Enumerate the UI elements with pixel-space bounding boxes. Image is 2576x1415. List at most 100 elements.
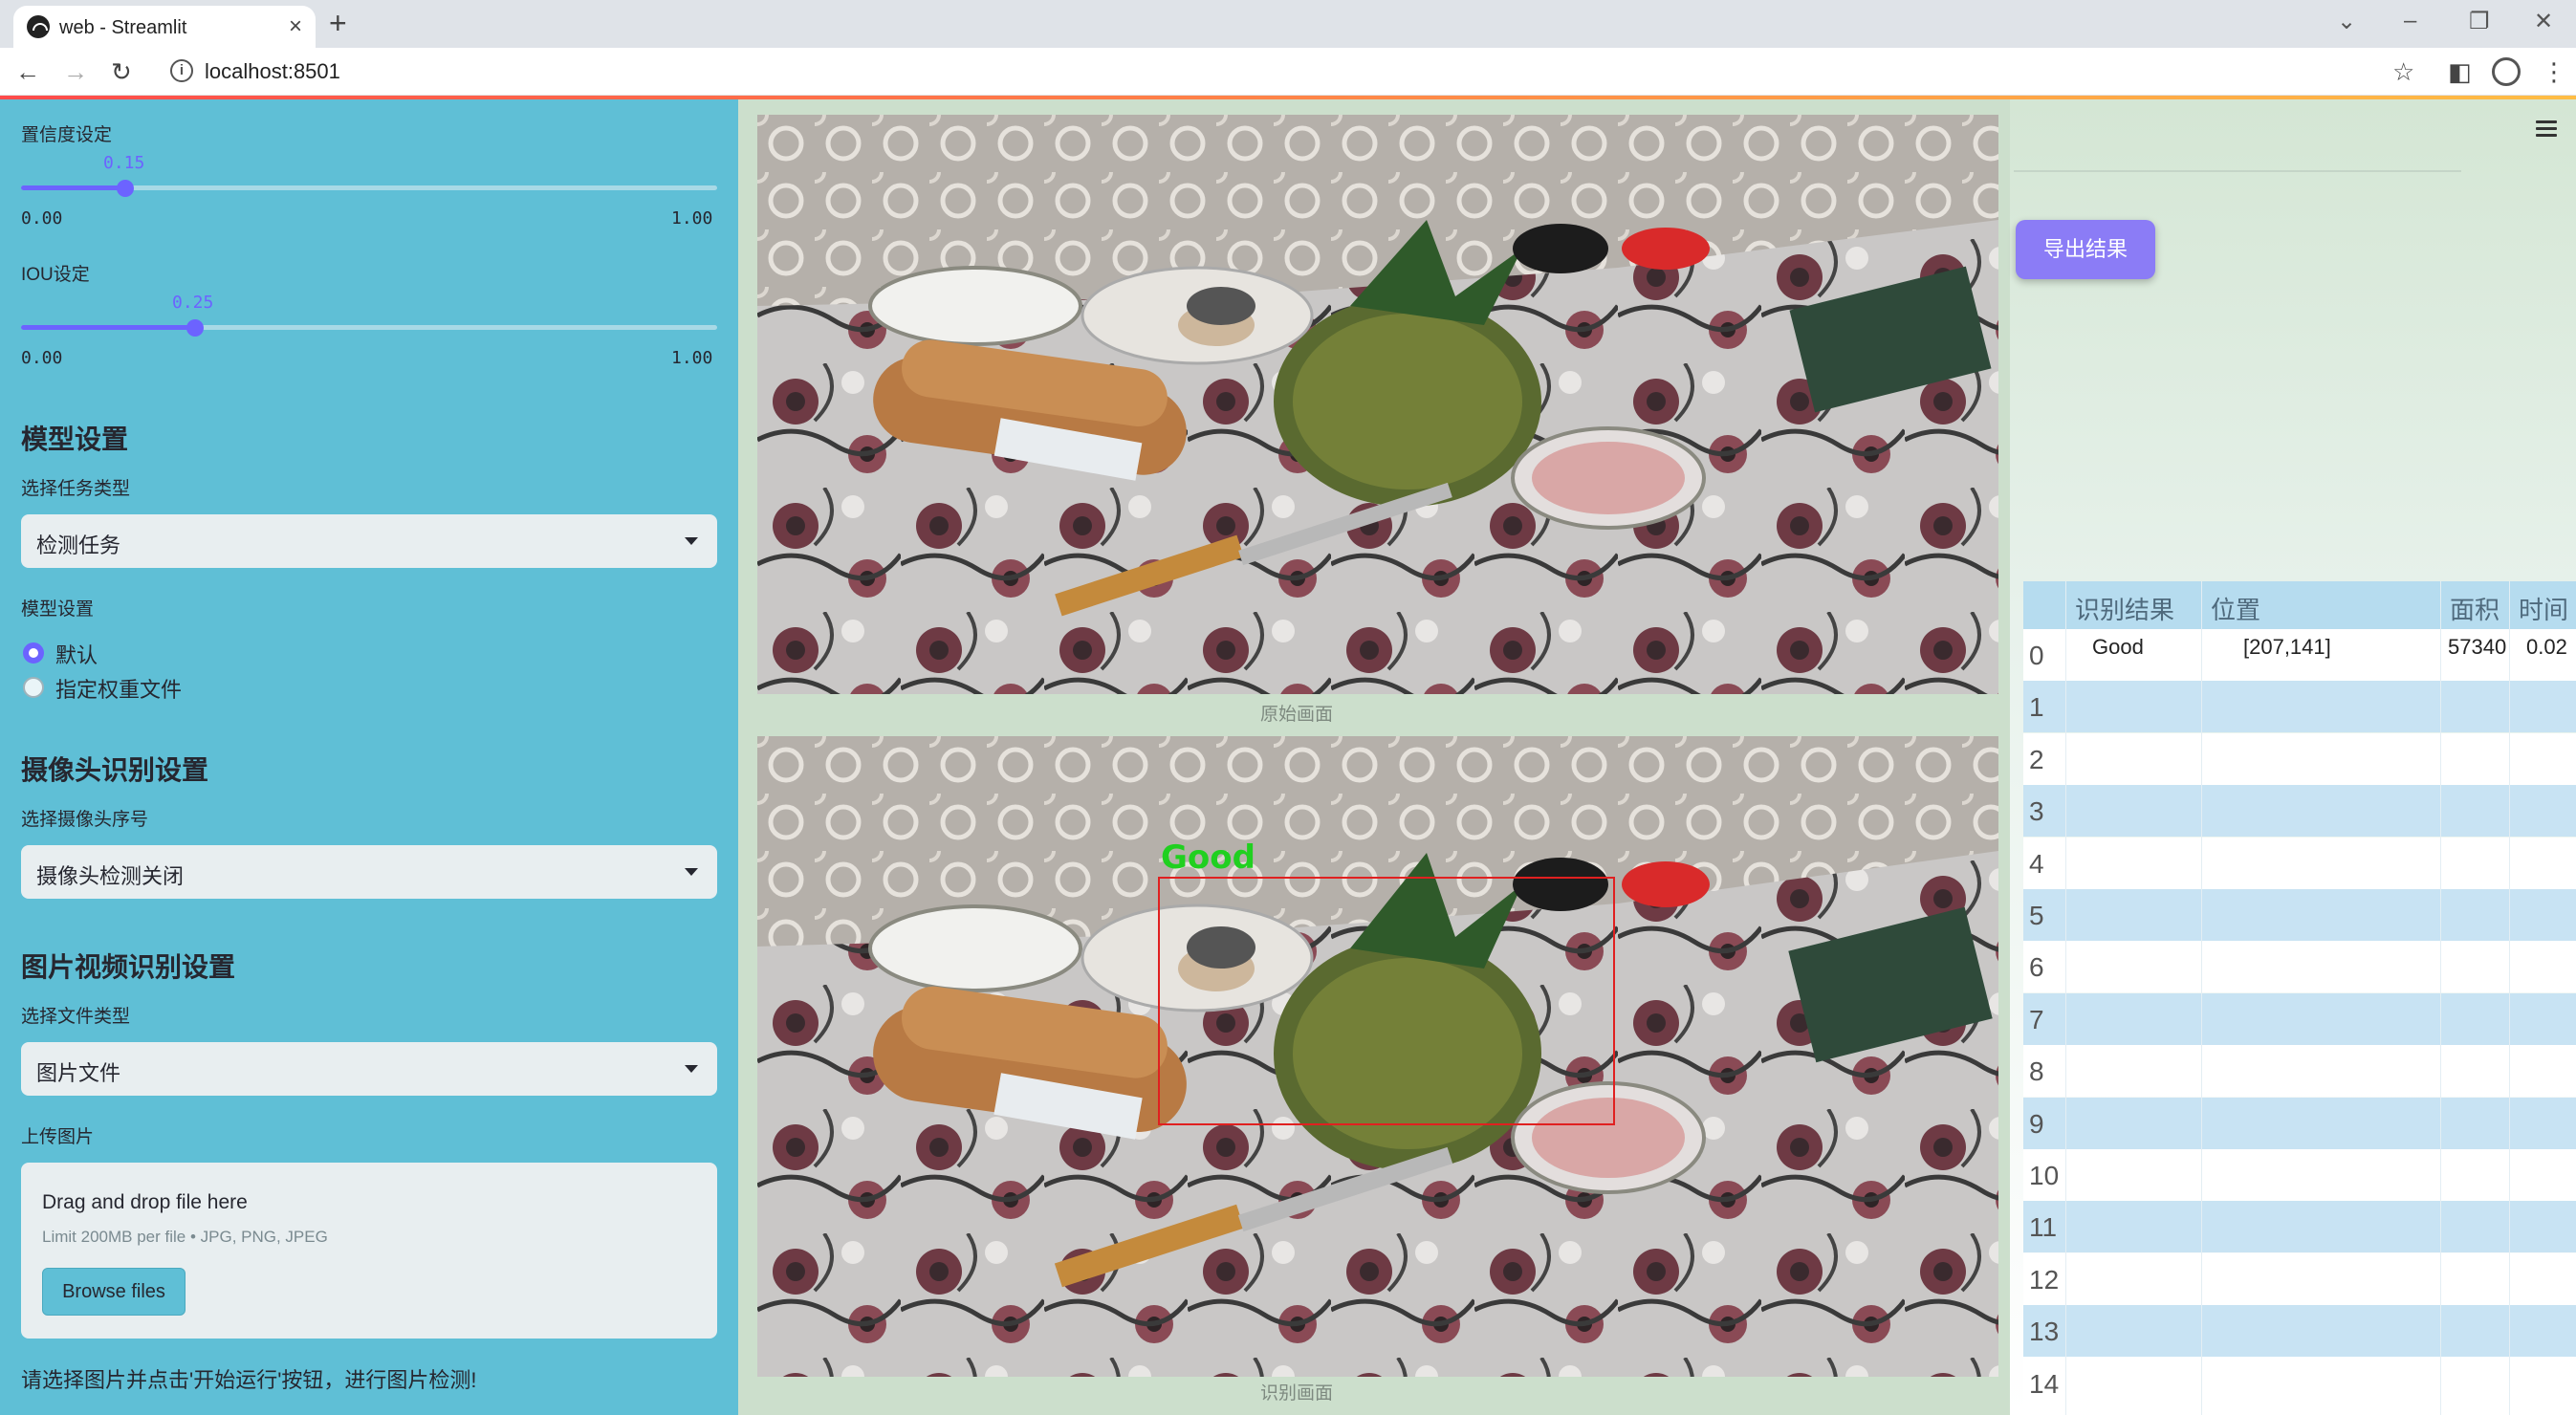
radio-default[interactable] [23,642,44,664]
row-index: 9 [2029,1108,2044,1139]
camera-select[interactable]: 摄像头检测关闭 [21,845,717,899]
upload-limit-text: Limit 200MB per file • JPG, PNG, JPEG [42,1228,328,1246]
window-close-icon[interactable]: ✕ [2534,8,2553,35]
upload-label: 上传图片 [21,1127,95,1147]
confidence-label: 置信度设定 [21,125,113,145]
task-type-label: 选择任务类型 [21,479,131,499]
camera-section-title: 摄像头识别设置 [21,755,209,785]
header-result: 识别结果 [2075,596,2175,624]
task-type-value: 检测任务 [36,533,121,557]
row-index: 14 [2029,1368,2060,1399]
minimize-icon[interactable]: – [2404,8,2416,34]
row-index: 2 [2029,744,2044,774]
row-index: 4 [2029,848,2044,879]
camera-index-label: 选择摄像头序号 [21,810,149,830]
original-image [757,115,1998,694]
confidence-max: 1.00 [671,208,713,229]
confidence-slider-fill [21,185,126,190]
cell-area: 57340 [2448,635,2507,659]
row-index: 6 [2029,952,2044,983]
header-time: 时间 [2519,596,2569,624]
url-field[interactable]: localhost:8501 [205,59,340,84]
col-divider [2440,581,2441,1415]
new-tab-icon[interactable]: + [329,6,347,41]
table-row[interactable]: 11 [2023,1201,2576,1253]
row-index: 3 [2029,796,2044,827]
row-index: 11 [2029,1212,2058,1243]
export-results-button[interactable]: 导出结果 [2016,220,2155,279]
confidence-slider-thumb[interactable] [117,180,135,197]
row-index: 1 [2029,692,2044,723]
reload-icon[interactable]: ↻ [111,57,132,87]
camera-value: 摄像头检测关闭 [36,864,185,888]
browser-tab[interactable]: web - Streamlit × [13,6,316,48]
side-panel-icon[interactable]: ◧ [2448,57,2472,87]
chevron-down-icon [685,1065,698,1073]
confidence-min: 0.00 [21,208,63,229]
forward-icon[interactable]: → [63,57,88,87]
detected-image: Good [757,736,1998,1377]
row-index: 13 [2029,1317,2060,1347]
col-divider [2201,581,2202,1415]
profile-avatar-icon[interactable] [2492,57,2521,86]
table-row[interactable]: 14 [2023,1357,2576,1409]
original-image-caption: 原始画面 [1260,705,1334,725]
table-row[interactable]: 10 [2023,1149,2576,1201]
streamlit-favicon-icon [27,15,50,38]
row-index: 8 [2029,1056,2044,1087]
table-row[interactable]: 2 [2023,732,2576,785]
detected-image-caption: 识别画面 [1260,1383,1334,1404]
instruction-text: 请选择图片并点击'开始运行'按钮，进行图片检测! [21,1368,477,1392]
table-row[interactable]: 12 [2023,1252,2576,1305]
cell-result: Good [2092,635,2144,659]
row-index: 7 [2029,1004,2044,1034]
col-divider [2065,581,2066,1415]
iou-label: IOU设定 [21,265,90,285]
tab-close-icon[interactable]: × [289,13,302,40]
restore-icon[interactable]: ❐ [2469,8,2490,35]
table-row[interactable]: 8 [2023,1045,2576,1098]
row-index: 0 [2029,641,2044,670]
table-row[interactable]: 13 [2023,1305,2576,1358]
row-index: 10 [2029,1161,2060,1190]
chevron-down-icon [685,537,698,545]
upload-drag-text: Drag and drop file here [42,1191,248,1213]
app-menu-icon[interactable] [2536,120,2557,138]
table-row[interactable]: 1 [2023,681,2576,733]
iou-slider-track[interactable] [21,325,717,330]
browser-menu-icon[interactable]: ⋮ [2542,57,2566,87]
detection-label: Good [1161,838,1255,877]
iou-slider-thumb[interactable] [186,319,204,337]
table-row[interactable]: 0 Good [207,141] 57340 0.02 [2023,629,2576,681]
col-divider [2509,581,2510,1415]
table-row[interactable]: 6 [2023,941,2576,993]
file-uploader-dropzone[interactable]: Drag and drop file here Limit 200MB per … [21,1163,717,1339]
site-info-icon[interactable]: i [170,59,193,82]
header-area: 面积 [2450,596,2500,624]
bookmark-star-icon[interactable]: ☆ [2392,57,2414,87]
header-position: 位置 [2211,596,2261,624]
table-row[interactable]: 5 [2023,889,2576,941]
file-type-label: 选择文件类型 [21,1007,131,1027]
table-row[interactable]: 3 [2023,785,2576,838]
radio-weights-file[interactable] [23,677,44,698]
model-setting-label: 模型设置 [21,599,95,620]
iou-value: 0.25 [172,293,214,313]
back-icon[interactable]: ← [15,57,40,87]
results-table[interactable]: 识别结果 位置 面积 时间 0 Good [207,141] 57340 0.02 1 2 3… [2023,581,2576,1415]
tab-search-dropdown-icon[interactable]: ⌄ [2337,8,2356,35]
cell-position: [207,141] [2243,635,2331,659]
panel-divider [2014,170,2461,172]
tab-title: web - Streamlit [59,17,187,38]
table-row[interactable]: 4 [2023,837,2576,889]
file-type-select[interactable]: 图片文件 [21,1042,717,1096]
task-type-select[interactable]: 检测任务 [21,514,717,568]
cell-time: 0.02 [2526,635,2567,659]
iou-min: 0.00 [21,348,63,368]
browser-tab-bar: web - Streamlit × + ⌄ – ❐ ✕ [0,0,2576,48]
table-row[interactable]: 9 [2023,1097,2576,1149]
media-section-title: 图片视频识别设置 [21,952,236,982]
table-row[interactable]: 7 [2023,992,2576,1045]
browse-files-button[interactable]: Browse files [42,1268,186,1316]
iou-slider-fill [21,325,195,330]
